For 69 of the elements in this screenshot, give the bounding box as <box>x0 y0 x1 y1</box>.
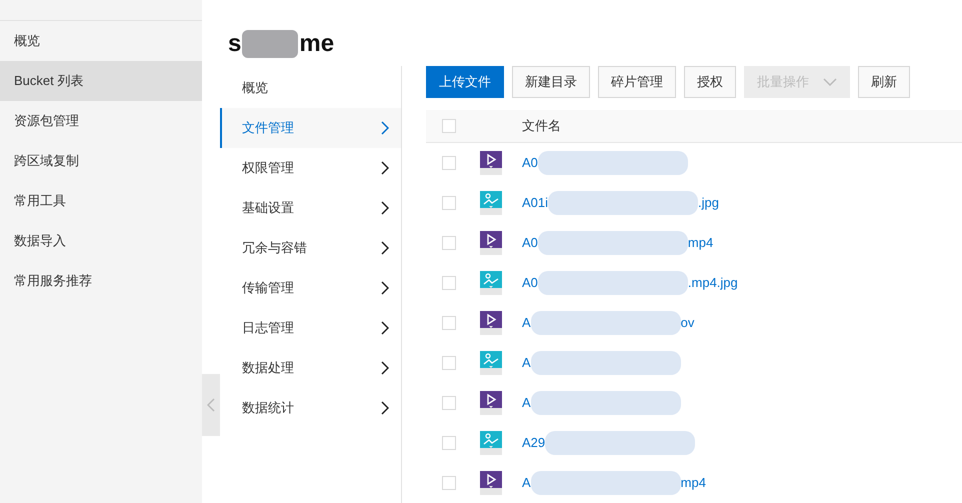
file-name-link[interactable]: A <box>522 353 531 373</box>
sidebar-item[interactable]: 资源包管理 <box>0 101 202 141</box>
video-file-icon <box>480 231 502 255</box>
video-file-icon <box>480 151 502 175</box>
file-name-link[interactable]: ov <box>680 313 694 333</box>
checkbox[interactable] <box>442 276 456 290</box>
file-name-link[interactable]: A <box>522 393 531 413</box>
sidebar-item[interactable]: Bucket 列表 <box>0 61 202 101</box>
toolbar-button[interactable]: 刷新 <box>858 66 910 98</box>
submenu-item[interactable]: 文件管理 <box>220 108 401 148</box>
redacted-block <box>242 30 298 58</box>
file-name-link[interactable]: A01i <box>522 193 548 213</box>
chevron-right-icon <box>381 201 389 215</box>
submenu-item[interactable]: 基础设置 <box>220 188 401 228</box>
video-file-icon <box>480 311 502 335</box>
submenu-item[interactable]: 数据处理 <box>220 348 401 388</box>
chevron-right-icon <box>381 321 389 335</box>
sidebar-item[interactable]: 常用工具 <box>0 181 202 221</box>
submenu-item[interactable]: 概览 <box>220 68 401 108</box>
submenu-item[interactable]: 数据统计 <box>220 388 401 428</box>
file-name-link[interactable]: A29 <box>522 433 546 453</box>
video-file-icon <box>480 471 502 495</box>
toolbar-button[interactable]: 新建目录 <box>512 66 590 98</box>
file-name-link[interactable]: mp4 <box>688 233 714 253</box>
checkbox[interactable] <box>442 356 456 370</box>
checkbox[interactable] <box>442 436 456 450</box>
checkbox[interactable] <box>442 196 456 210</box>
bucket-title-start: s <box>228 29 242 59</box>
sidebar-item[interactable]: 跨区域复制 <box>0 141 202 181</box>
chevron-right-icon <box>381 161 389 175</box>
chevron-right-icon <box>381 361 389 375</box>
caret-icon <box>823 78 837 86</box>
submenu-item[interactable]: 日志管理 <box>220 308 401 348</box>
checkbox[interactable] <box>442 316 456 330</box>
bucket-title-end: me <box>299 29 334 59</box>
sidebar-item[interactable]: 概览 <box>0 21 202 61</box>
image-file-icon <box>480 191 502 215</box>
image-file-icon <box>480 271 502 295</box>
toolbar-button[interactable]: 授权 <box>684 66 736 98</box>
file-name-link[interactable]: A0 <box>522 273 538 293</box>
column-header: 文件名 <box>522 117 561 136</box>
file-name-link[interactable]: A0 <box>522 233 538 253</box>
checkbox[interactable] <box>442 119 456 133</box>
file-name-link[interactable]: A0 <box>522 153 538 173</box>
sidebar-item[interactable]: 数据导入 <box>0 221 202 261</box>
video-file-icon <box>480 391 502 415</box>
checkbox[interactable] <box>442 156 456 170</box>
checkbox[interactable] <box>442 396 456 410</box>
file-name-link[interactable]: .mp4.jpg <box>688 273 738 293</box>
file-name-link[interactable]: mp4 <box>680 473 706 493</box>
file-name-link[interactable]: A <box>522 473 531 493</box>
toolbar-button[interactable]: 碎片管理 <box>598 66 676 98</box>
submenu-item[interactable]: 权限管理 <box>220 148 401 188</box>
submenu-item[interactable]: 传输管理 <box>220 268 401 308</box>
sidebar-item[interactable]: 常用服务推荐 <box>0 261 202 301</box>
checkbox[interactable] <box>442 476 456 490</box>
toolbar-button[interactable]: 上传文件 <box>426 66 504 98</box>
checkbox[interactable] <box>442 236 456 250</box>
file-name-link[interactable]: .jpg <box>698 193 719 213</box>
image-file-icon <box>480 431 502 455</box>
submenu-item[interactable]: 冗余与容错 <box>220 228 401 268</box>
chevron-right-icon <box>381 401 389 415</box>
image-file-icon <box>480 351 502 375</box>
chevron-left-icon <box>207 398 215 412</box>
chevron-right-icon <box>381 241 389 255</box>
chevron-right-icon <box>381 121 389 135</box>
chevron-right-icon <box>381 281 389 295</box>
collapse-handle[interactable] <box>202 374 220 436</box>
file-name-link[interactable]: A <box>522 313 531 333</box>
